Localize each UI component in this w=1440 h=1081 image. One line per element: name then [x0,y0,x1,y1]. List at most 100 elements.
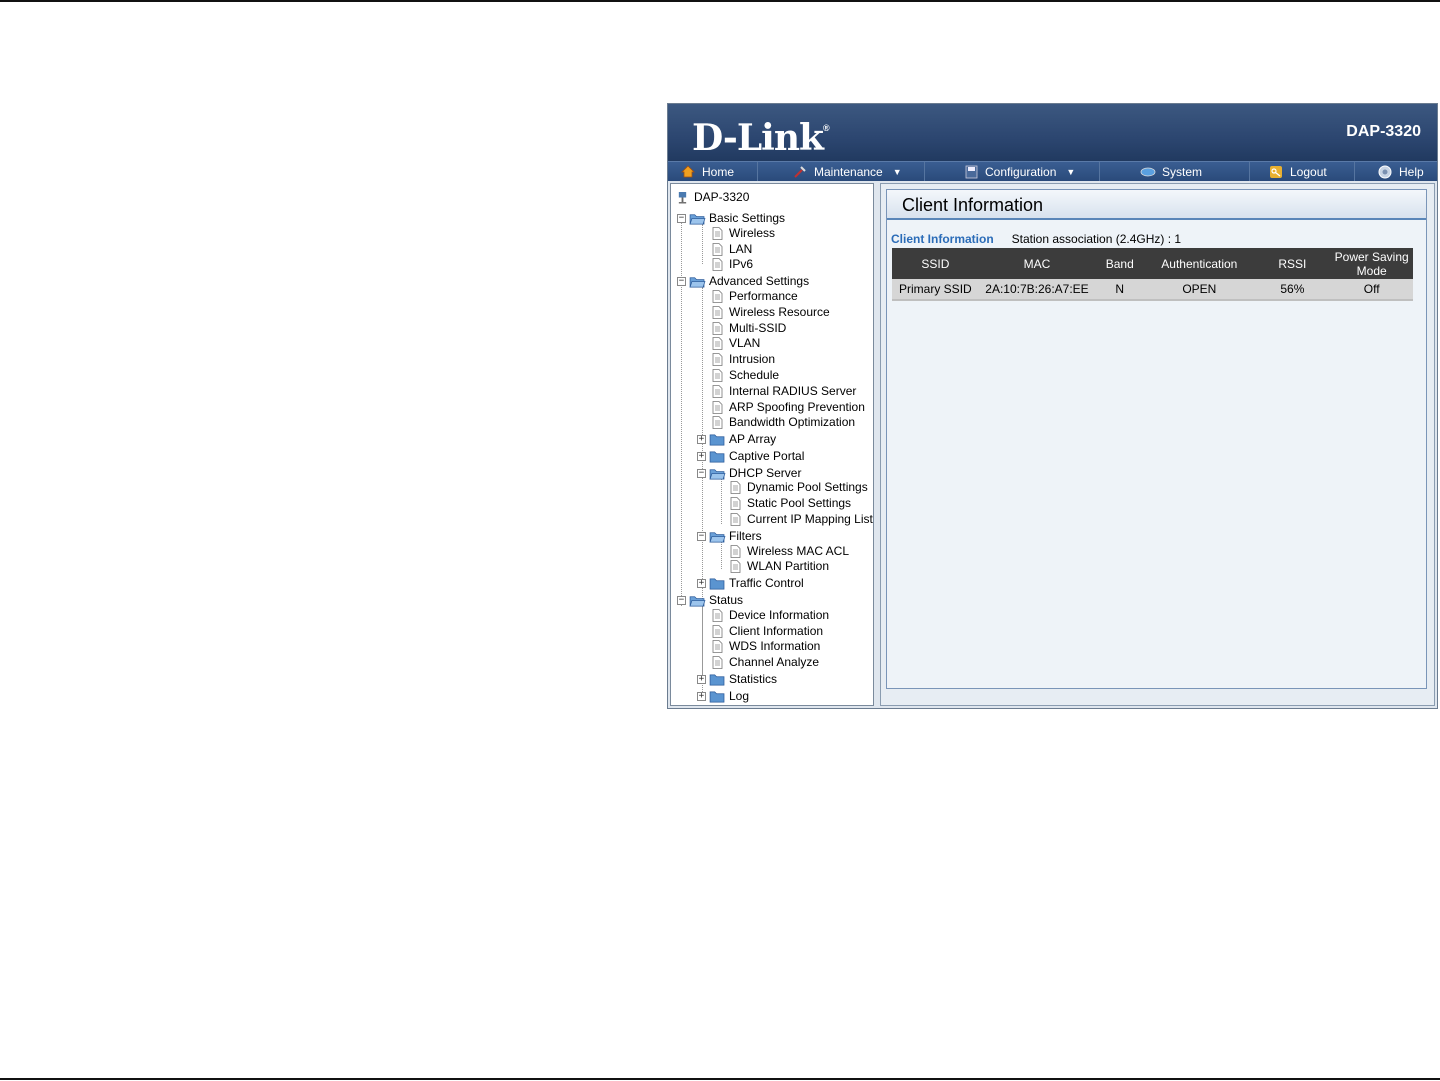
tree-traffic-control[interactable]: + Traffic Control [697,575,804,591]
tree-basic-settings[interactable]: − Basic Settings [677,210,785,226]
tree-item-wireless-resource[interactable]: Wireless Resource [712,304,830,320]
client-info-panel: Client Information Client Information St… [886,189,1427,689]
expand-icon[interactable]: + [697,674,706,684]
tree-ap-array[interactable]: + AP Array [697,431,776,447]
tree-item-bandwidth[interactable]: Bandwidth Optimization [712,414,855,430]
tree-item-static-pool[interactable]: Static Pool Settings [730,495,851,511]
tree-item-vlan[interactable]: VLAN [712,335,760,351]
folder-open-icon [709,468,726,479]
tree-dhcp-server-label: DHCP Server [729,466,802,480]
tree-status-label: Status [709,593,744,607]
page-icon [712,242,723,256]
tree-advanced-settings-label: Advanced Settings [709,274,810,288]
tree-item-label: Wireless [729,226,776,240]
expand-icon[interactable]: + [697,691,706,701]
tree-item-label: Schedule [729,368,780,382]
key-icon [1268,165,1284,179]
tree-log[interactable]: + Log [697,688,749,704]
tree-item-ipv6[interactable]: IPv6 [712,256,753,272]
tree-item-label: LAN [729,242,753,256]
page-icon [730,512,741,526]
save-disk-icon [963,165,979,179]
tree-item-label: Wireless Resource [729,305,830,319]
model-name: DAP-3320 [1346,123,1421,140]
tree-item-wireless-mac-acl[interactable]: Wireless MAC ACL [730,543,849,559]
nav-configuration[interactable]: Configuration ▼ [925,162,1100,181]
tree-ap-array-label: AP Array [729,432,777,446]
chevron-down-icon: ▼ [892,166,902,177]
nav-home[interactable]: Home [668,162,758,181]
folder-open-icon [689,276,706,287]
tree-item-dynamic-pool[interactable]: Dynamic Pool Settings [730,479,868,495]
tree-item-intrusion[interactable]: Intrusion [712,351,775,367]
collapse-icon[interactable]: − [697,468,706,478]
page-icon [730,544,741,558]
top-navbar: Home Maintenance ▼ Configuration ▼ Syste… [668,161,1437,181]
tree-item-multi-ssid[interactable]: Multi-SSID [712,320,786,336]
browser-frame: D-Link® DAP-3320 Home Maintenance ▼ Conf… [667,103,1438,709]
table-header-row: SSID MAC Band Authentication RSSI Power … [892,248,1413,279]
tree-item-label: ARP Spoofing Prevention [729,400,865,414]
tree-captive-portal[interactable]: + Captive Portal [697,448,804,464]
tree-item-performance[interactable]: Performance [712,288,798,304]
tree-item-label: Bandwidth Optimization [729,415,856,429]
station-association: Station association (2.4GHz) : 1 [1012,232,1181,246]
tree-item-label: Internal RADIUS Server [729,384,857,398]
tree-item-internal-radius[interactable]: Internal RADIUS Server [712,383,856,399]
folder-open-icon [689,595,706,606]
tree-item-label: IPv6 [729,257,754,271]
tree-item-current-ip-mapping[interactable]: Current IP Mapping List [730,511,873,527]
tree-filters[interactable]: − Filters [697,528,762,544]
tree-item-wlan-partition[interactable]: WLAN Partition [730,558,829,574]
tree-item-device-information[interactable]: Device Information [712,607,829,623]
tree-item-label: Device Information [729,608,830,622]
nav-maintenance-label: Maintenance [814,164,883,179]
tree-item-lan[interactable]: LAN [712,241,752,257]
tree-item-client-information[interactable]: Client Information [712,623,823,639]
cell-ssid: Primary SSID [892,279,979,301]
page-icon [712,289,723,303]
page-icon [712,226,723,240]
expand-icon[interactable]: + [697,451,706,461]
tree-log-label: Log [729,689,750,703]
tree-item-wds-information[interactable]: WDS Information [712,638,820,654]
page-bottom-rule [0,1078,1440,1080]
tree-item-label: WDS Information [729,639,821,653]
page-icon [712,368,723,382]
header-banner: D-Link® DAP-3320 [668,104,1437,161]
tree-item-schedule[interactable]: Schedule [712,367,779,383]
nav-maintenance[interactable]: Maintenance ▼ [758,162,925,181]
folder-icon [709,433,725,445]
collapse-icon[interactable]: − [697,531,706,541]
collapse-icon[interactable]: − [677,276,686,286]
col-power-saving: Power Saving Mode [1330,248,1413,279]
page-icon [712,384,723,398]
tree-item-label: Wireless MAC ACL [747,544,850,558]
tree-advanced-settings[interactable]: − Advanced Settings [677,273,809,289]
page-icon [712,415,723,429]
page-icon [730,496,741,510]
nav-logout[interactable]: Logout [1250,162,1355,181]
tree-root-label: DAP-3320 [694,190,750,204]
page-icon [712,655,723,669]
expand-icon[interactable]: + [697,578,706,588]
tree-item-channel-analyze[interactable]: Channel Analyze [712,654,819,670]
page-icon [712,639,723,653]
collapse-icon[interactable]: − [677,213,686,223]
page-icon [712,336,723,350]
collapse-icon[interactable]: − [677,595,686,605]
client-table: SSID MAC Band Authentication RSSI Power … [892,248,1413,301]
tree-statistics[interactable]: + Statistics [697,671,777,687]
section-link[interactable]: Client Information [891,232,994,246]
nav-help[interactable]: Help [1355,162,1437,181]
folder-icon [709,577,725,589]
tree-status[interactable]: − Status [677,592,743,608]
tree-item-arp-spoofing[interactable]: ARP Spoofing Prevention [712,399,865,415]
expand-icon[interactable]: + [697,434,706,444]
tree-root[interactable]: DAP-3320 [677,189,749,205]
tree-item-wireless[interactable]: Wireless [712,225,775,241]
tree-captive-portal-label: Captive Portal [729,449,805,463]
nav-system[interactable]: System [1100,162,1250,181]
tree-filters-label: Filters [729,529,762,543]
page-icon [712,321,723,335]
